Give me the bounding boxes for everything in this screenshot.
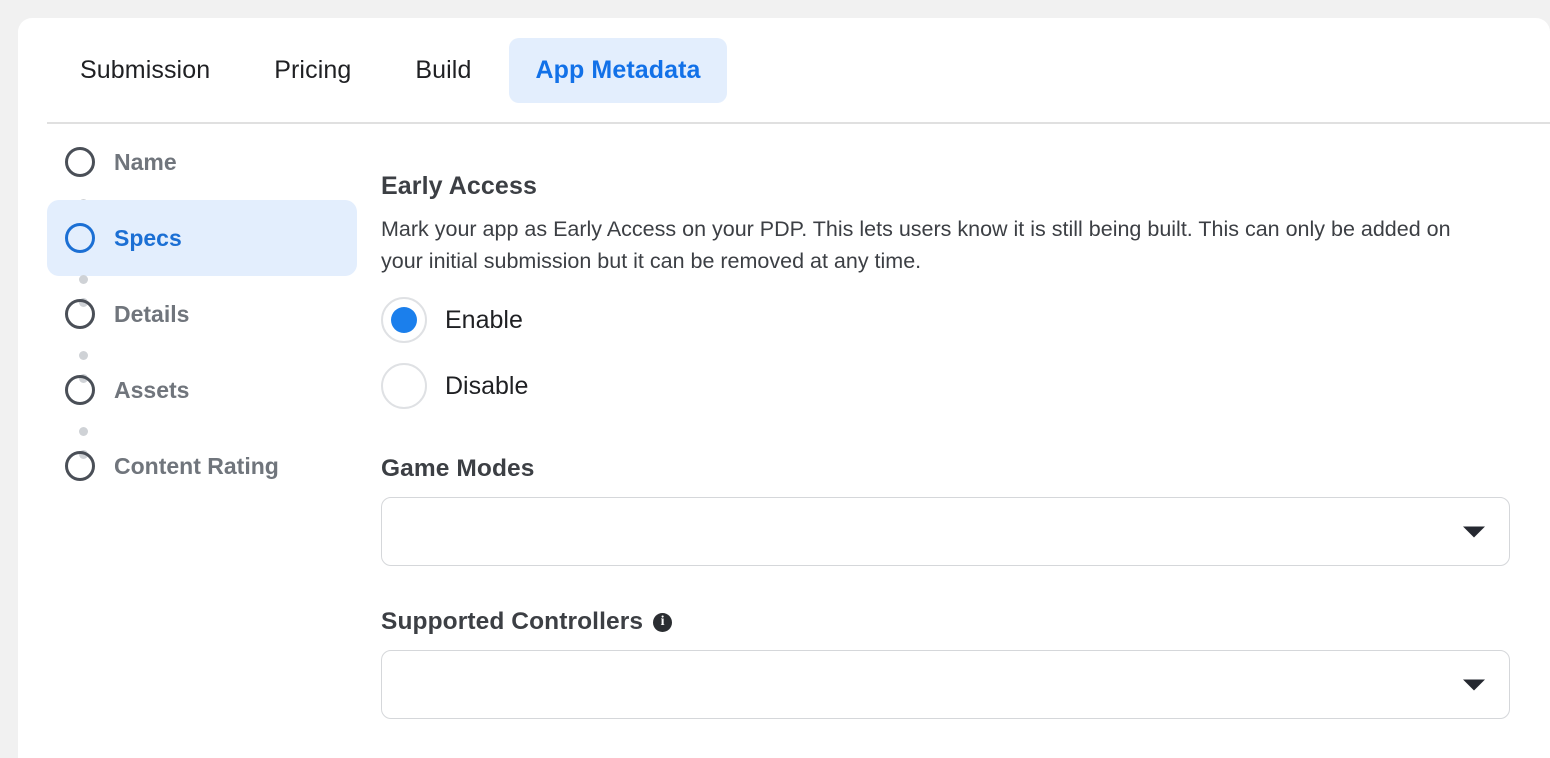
metadata-stepper: Name Specs Details Assets Content Rating xyxy=(47,124,357,504)
sidebar-item-label: Content Rating xyxy=(114,452,279,479)
radio-disable[interactable]: Disable xyxy=(381,363,641,409)
supported-controllers-label-text: Supported Controllers xyxy=(381,608,644,635)
sidebar-item-label: Assets xyxy=(114,376,190,403)
sidebar-item-label: Name xyxy=(114,148,177,175)
game-modes-label-text: Game Modes xyxy=(381,455,535,482)
sidebar-item-assets[interactable]: Assets xyxy=(47,352,357,428)
early-access-section: Early Access Mark your app as Early Acce… xyxy=(381,124,1550,409)
sidebar-item-details[interactable]: Details xyxy=(47,276,357,352)
radio-disable-label: Disable xyxy=(445,371,529,400)
supported-controllers-label: Supported Controllers i xyxy=(381,608,1550,636)
radio-disable-icon xyxy=(381,363,427,409)
supported-controllers-select[interactable] xyxy=(381,650,1510,719)
early-access-heading: Early Access xyxy=(381,172,537,200)
app-submission-card: Submission Pricing Build App Metadata Na… xyxy=(18,18,1550,758)
step-circle-icon xyxy=(65,299,95,329)
sidebar-item-content-rating[interactable]: Content Rating xyxy=(47,428,357,504)
content-area: Name Specs Details Assets Content Rating xyxy=(18,124,1550,758)
tab-app-metadata[interactable]: App Metadata xyxy=(509,37,727,103)
chevron-down-icon[interactable] xyxy=(1463,679,1485,690)
chevron-down-icon[interactable] xyxy=(1463,526,1485,537)
step-circle-icon xyxy=(65,147,95,177)
early-access-description: Mark your app as Early Access on your PD… xyxy=(381,217,1451,273)
sidebar-item-label: Specs xyxy=(114,224,182,251)
sidebar-item-specs[interactable]: Specs xyxy=(47,200,357,276)
radio-enable[interactable]: Enable xyxy=(381,297,641,343)
info-icon[interactable]: i xyxy=(653,612,673,632)
step-circle-icon xyxy=(65,451,95,481)
tab-pricing[interactable]: Pricing xyxy=(248,38,377,103)
specs-form-panel: Early Access Mark your app as Early Acce… xyxy=(381,124,1550,758)
sidebar-item-label: Details xyxy=(114,300,190,327)
supported-controllers-section: Supported Controllers i xyxy=(381,608,1550,719)
tab-build[interactable]: Build xyxy=(389,38,497,103)
game-modes-section: Game Modes xyxy=(381,455,1550,566)
step-circle-icon xyxy=(65,223,95,253)
game-modes-label: Game Modes xyxy=(381,455,1550,483)
step-circle-icon xyxy=(65,375,95,405)
game-modes-select[interactable] xyxy=(381,497,1510,566)
radio-enable-icon xyxy=(381,297,427,343)
sidebar-item-name[interactable]: Name xyxy=(47,124,357,200)
tab-submission[interactable]: Submission xyxy=(54,38,236,103)
tab-bar: Submission Pricing Build App Metadata xyxy=(18,18,1550,122)
radio-enable-label: Enable xyxy=(445,305,523,334)
